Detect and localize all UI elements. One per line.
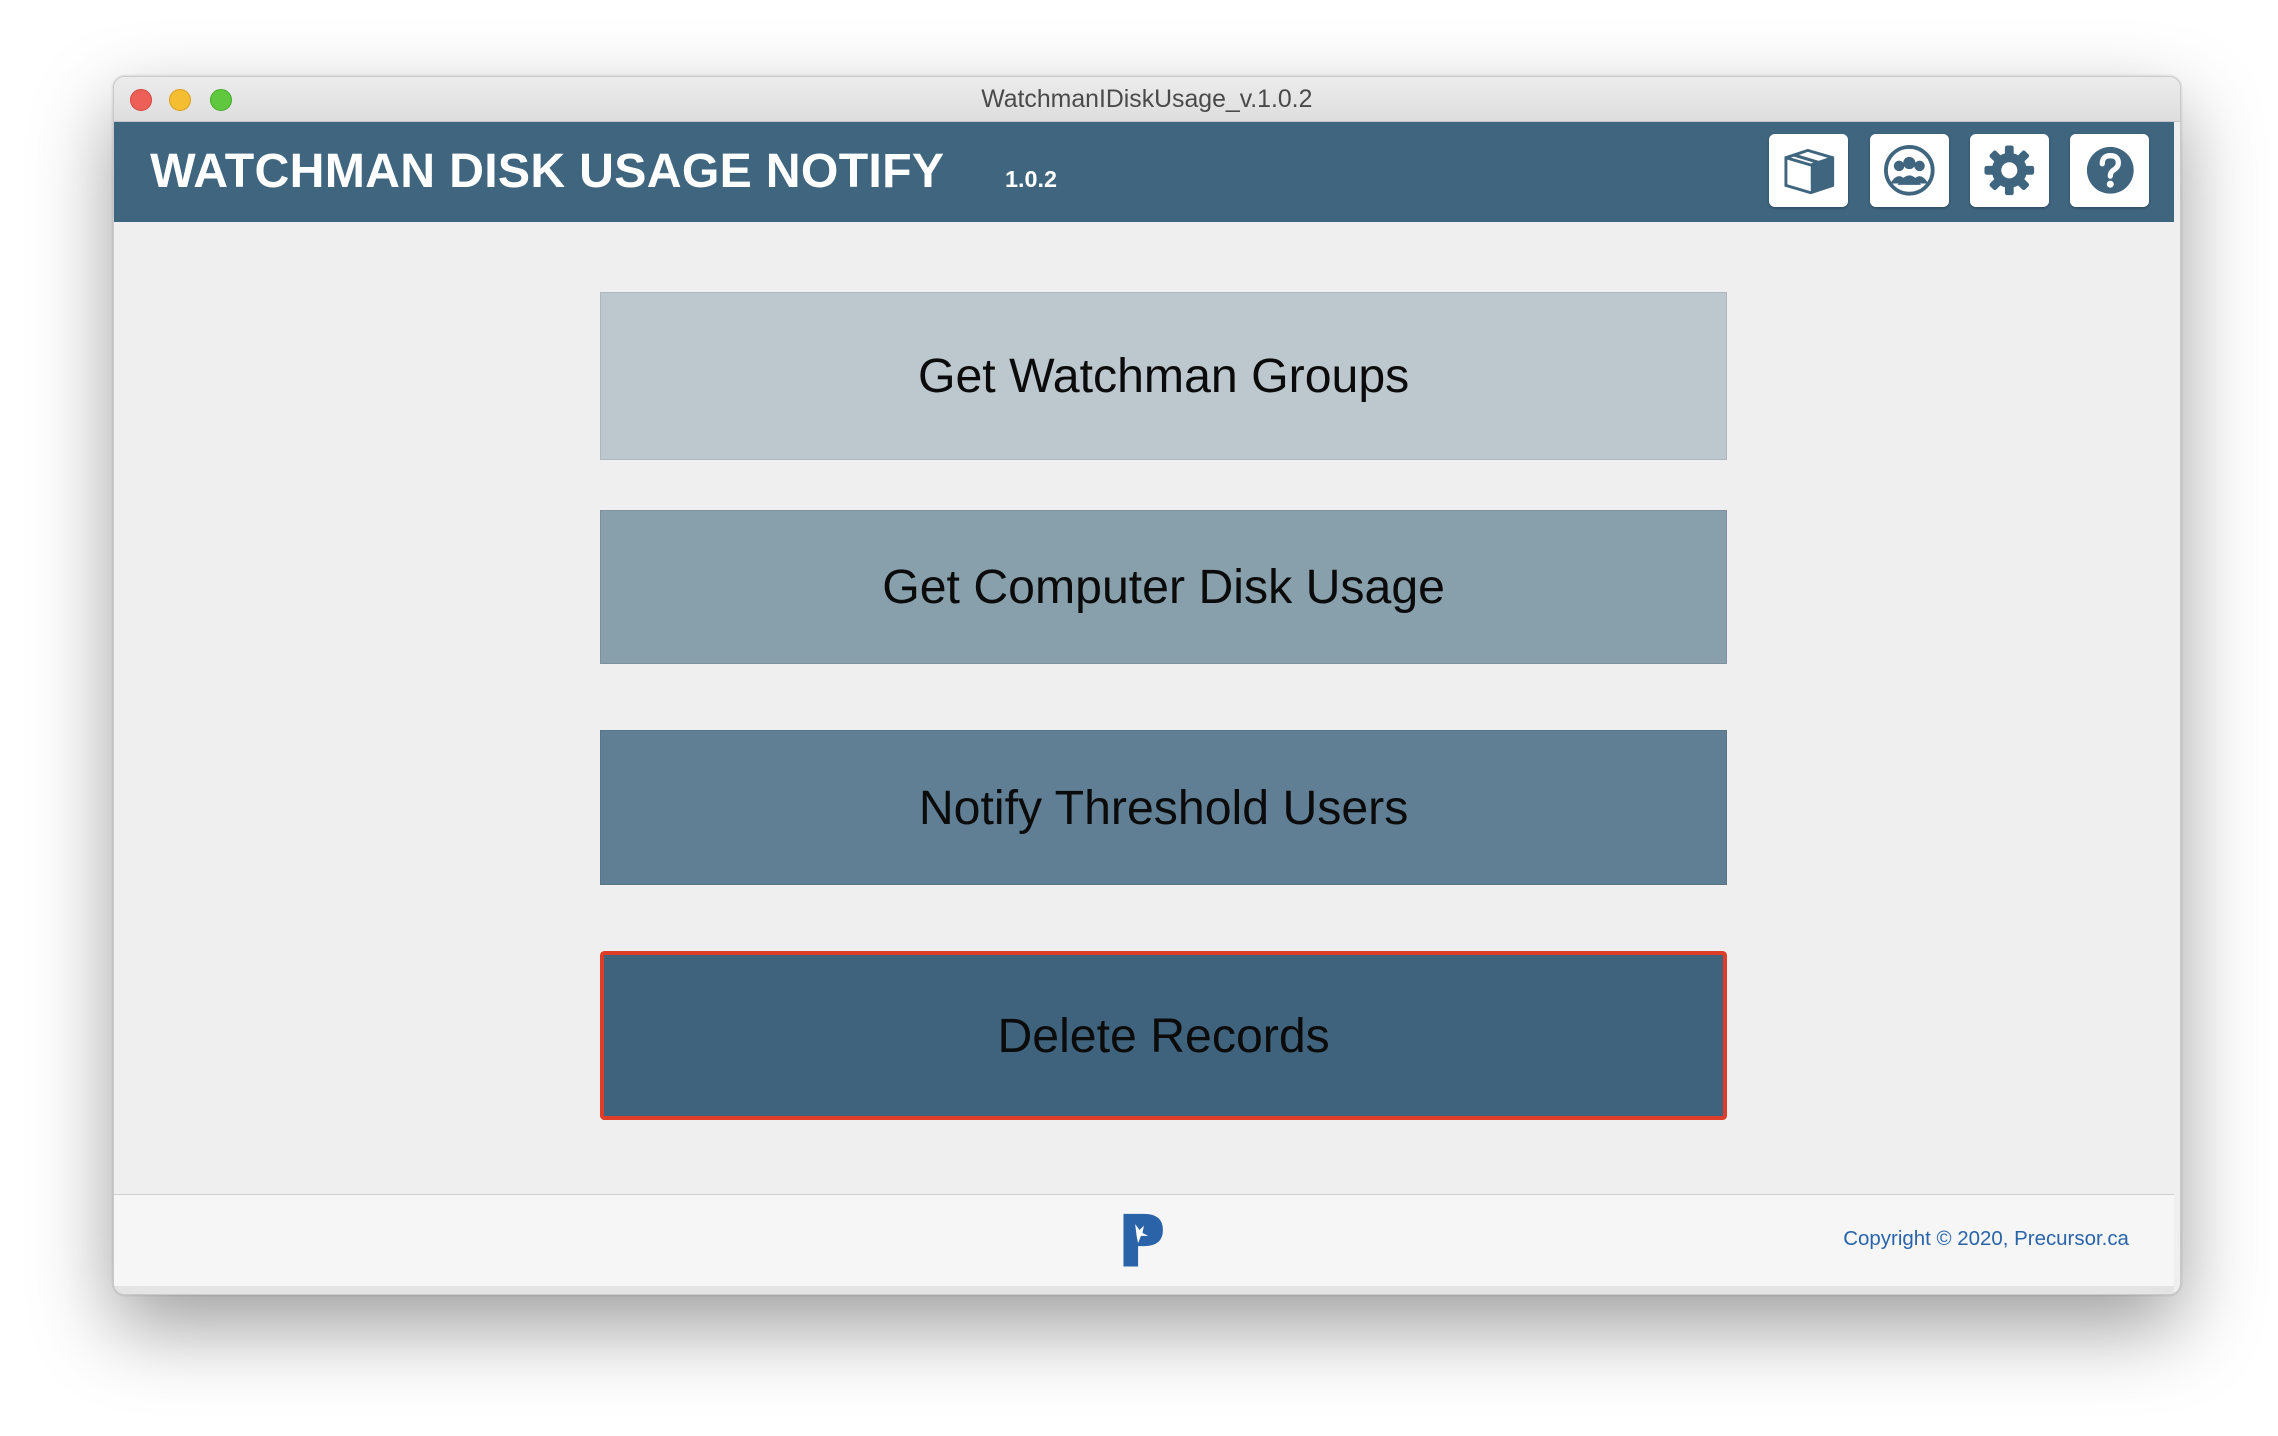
title-bar[interactable]: WatchmanIDiskUsage_v.1.0.2 xyxy=(113,76,2181,122)
window-title: WatchmanIDiskUsage_v.1.0.2 xyxy=(981,85,1313,113)
users-button[interactable] xyxy=(1870,133,1950,208)
app-window: WatchmanIDiskUsage_v.1.0.2 WATCHMAN DISK… xyxy=(112,75,2182,1296)
help-icon xyxy=(2084,144,2137,197)
package-button[interactable] xyxy=(1769,133,1849,208)
app-name: WATCHMAN DISK USAGE NOTIFY xyxy=(150,143,945,198)
app-header: WATCHMAN DISK USAGE NOTIFY 1.0.2 xyxy=(113,122,2175,222)
copyright-link[interactable]: Copyright © 2020, Precursor.ca xyxy=(1843,1227,2129,1251)
gear-icon xyxy=(1983,144,2036,197)
package-icon xyxy=(1783,146,1836,196)
precursor-logo xyxy=(1122,1211,1166,1275)
settings-button[interactable] xyxy=(1969,133,2049,208)
help-button[interactable] xyxy=(2070,133,2150,208)
app-version: 1.0.2 xyxy=(1005,166,1058,193)
footer-edge xyxy=(113,1285,2175,1295)
delete-records-button[interactable]: Delete Records xyxy=(600,950,1728,1121)
footer: Copyright © 2020, Precursor.ca xyxy=(113,1193,2175,1287)
get-computer-disk-usage-button[interactable]: Get Computer Disk Usage xyxy=(600,509,1728,665)
users-icon xyxy=(1883,144,1936,197)
notify-threshold-users-button[interactable]: Notify Threshold Users xyxy=(600,730,1728,886)
get-watchman-groups-button[interactable]: Get Watchman Groups xyxy=(600,291,1728,460)
